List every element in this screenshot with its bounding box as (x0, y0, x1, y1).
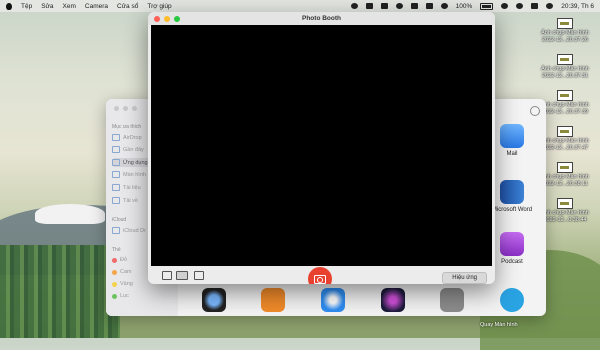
menu-edit[interactable]: Sửa (41, 3, 53, 10)
screenshot-thumbnail-icon (557, 126, 573, 137)
yellow-tag-icon (112, 281, 117, 287)
desktop-icon (112, 171, 120, 178)
camera-icon (314, 274, 326, 284)
screen-record-icon[interactable] (380, 3, 388, 9)
finder-search-icon[interactable] (530, 106, 540, 116)
download-icon (112, 197, 120, 204)
finder-window-controls (114, 106, 137, 111)
clock-icon (112, 146, 120, 153)
safari-icon[interactable] (321, 288, 345, 312)
minimize-icon[interactable] (164, 16, 170, 22)
siri-app-icon[interactable] (381, 288, 405, 312)
app-status-icon[interactable] (365, 3, 373, 9)
wifi-icon[interactable] (501, 3, 509, 9)
green-tag-icon (112, 293, 117, 299)
quicktime-icon[interactable] (202, 288, 226, 312)
siri-icon[interactable] (546, 3, 554, 9)
menu-bar: Tệp Sửa Xem Camera Cửa sổ Trợ giúp 100% … (0, 0, 600, 12)
bluetooth-icon[interactable] (440, 3, 448, 9)
close-icon[interactable] (114, 106, 119, 111)
sidebar-tag-green[interactable]: Lục (112, 293, 172, 299)
wallpaper-trees (0, 245, 120, 338)
screenshot-thumbnail-icon (557, 54, 573, 65)
display-icon[interactable] (395, 3, 403, 9)
zoom-icon[interactable] (132, 106, 137, 111)
title-bar[interactable]: Photo Booth (148, 12, 495, 25)
video-icon[interactable] (194, 271, 204, 280)
applications-icon (112, 159, 120, 166)
red-tag-icon (112, 257, 117, 263)
battery-percent: 100% (455, 2, 473, 10)
airdrop-icon (112, 134, 120, 141)
telegram-icon[interactable] (500, 288, 524, 312)
take-photo-button[interactable] (308, 267, 332, 284)
effects-button[interactable]: Hiệu ứng (442, 272, 487, 284)
desktop-screenshot-file[interactable]: Ảnh chụp Màn hình 2022-12...20.37.31 (530, 54, 600, 79)
orange-tag-icon (112, 269, 117, 275)
photo-booth-window[interactable]: Photo Booth Hiệu ứng (148, 12, 495, 284)
document-icon (112, 184, 120, 191)
font-book-icon[interactable] (440, 288, 464, 312)
clock[interactable]: 20:39, Th 6 (561, 3, 594, 10)
apple-menu-icon[interactable] (6, 2, 12, 10)
wallpaper-snow (35, 204, 105, 224)
menu-view[interactable]: Xem (63, 3, 76, 10)
menu-camera[interactable]: Camera (85, 3, 108, 10)
sidebar-section-icloud: iCloud (112, 217, 127, 223)
single-photo-icon[interactable] (176, 271, 188, 280)
file-name: 2022-12...20.37.31 (541, 72, 589, 79)
window-title: Photo Booth (302, 15, 341, 22)
notes-icon[interactable] (410, 3, 418, 9)
sidebar-section-favorites: Mục ưa thích (112, 124, 142, 130)
window-controls (154, 16, 180, 22)
menu-window[interactable]: Cửa sổ (117, 3, 138, 10)
menu-help[interactable]: Trợ giúp (147, 3, 171, 10)
screenshot-thumbnail-icon (557, 162, 573, 173)
battery-icon[interactable] (480, 2, 494, 10)
screenshot-thumbnail-icon (557, 198, 573, 209)
word-icon (500, 180, 524, 204)
menu-file[interactable]: Tệp (21, 3, 32, 10)
photo-booth-toolbar: Hiệu ứng (148, 266, 495, 284)
control-center-icon[interactable] (531, 3, 539, 9)
screen-recording-file[interactable]: Quay Màn hình (480, 322, 518, 328)
books-icon[interactable] (261, 288, 285, 312)
search-icon[interactable] (516, 3, 524, 9)
mail-icon (500, 124, 524, 148)
music-icon[interactable] (425, 3, 433, 9)
desktop-screenshot-file[interactable]: Ảnh chụp Màn hình 2022-12...20.37.26 (530, 18, 600, 43)
camera-preview (151, 25, 492, 266)
sidebar-section-tags: Thẻ (112, 247, 121, 253)
cloud-icon (112, 227, 120, 234)
file-name: 2022-12...20.37.26 (541, 36, 589, 43)
close-icon[interactable] (154, 16, 160, 22)
zoom-icon[interactable] (174, 16, 180, 22)
messenger-icon[interactable] (350, 3, 358, 9)
screenshot-thumbnail-icon (557, 18, 573, 29)
screenshot-thumbnail-icon (557, 90, 573, 101)
podcast-icon (500, 232, 524, 256)
minimize-icon[interactable] (123, 106, 128, 111)
grid-four-photos-icon[interactable] (162, 271, 172, 280)
